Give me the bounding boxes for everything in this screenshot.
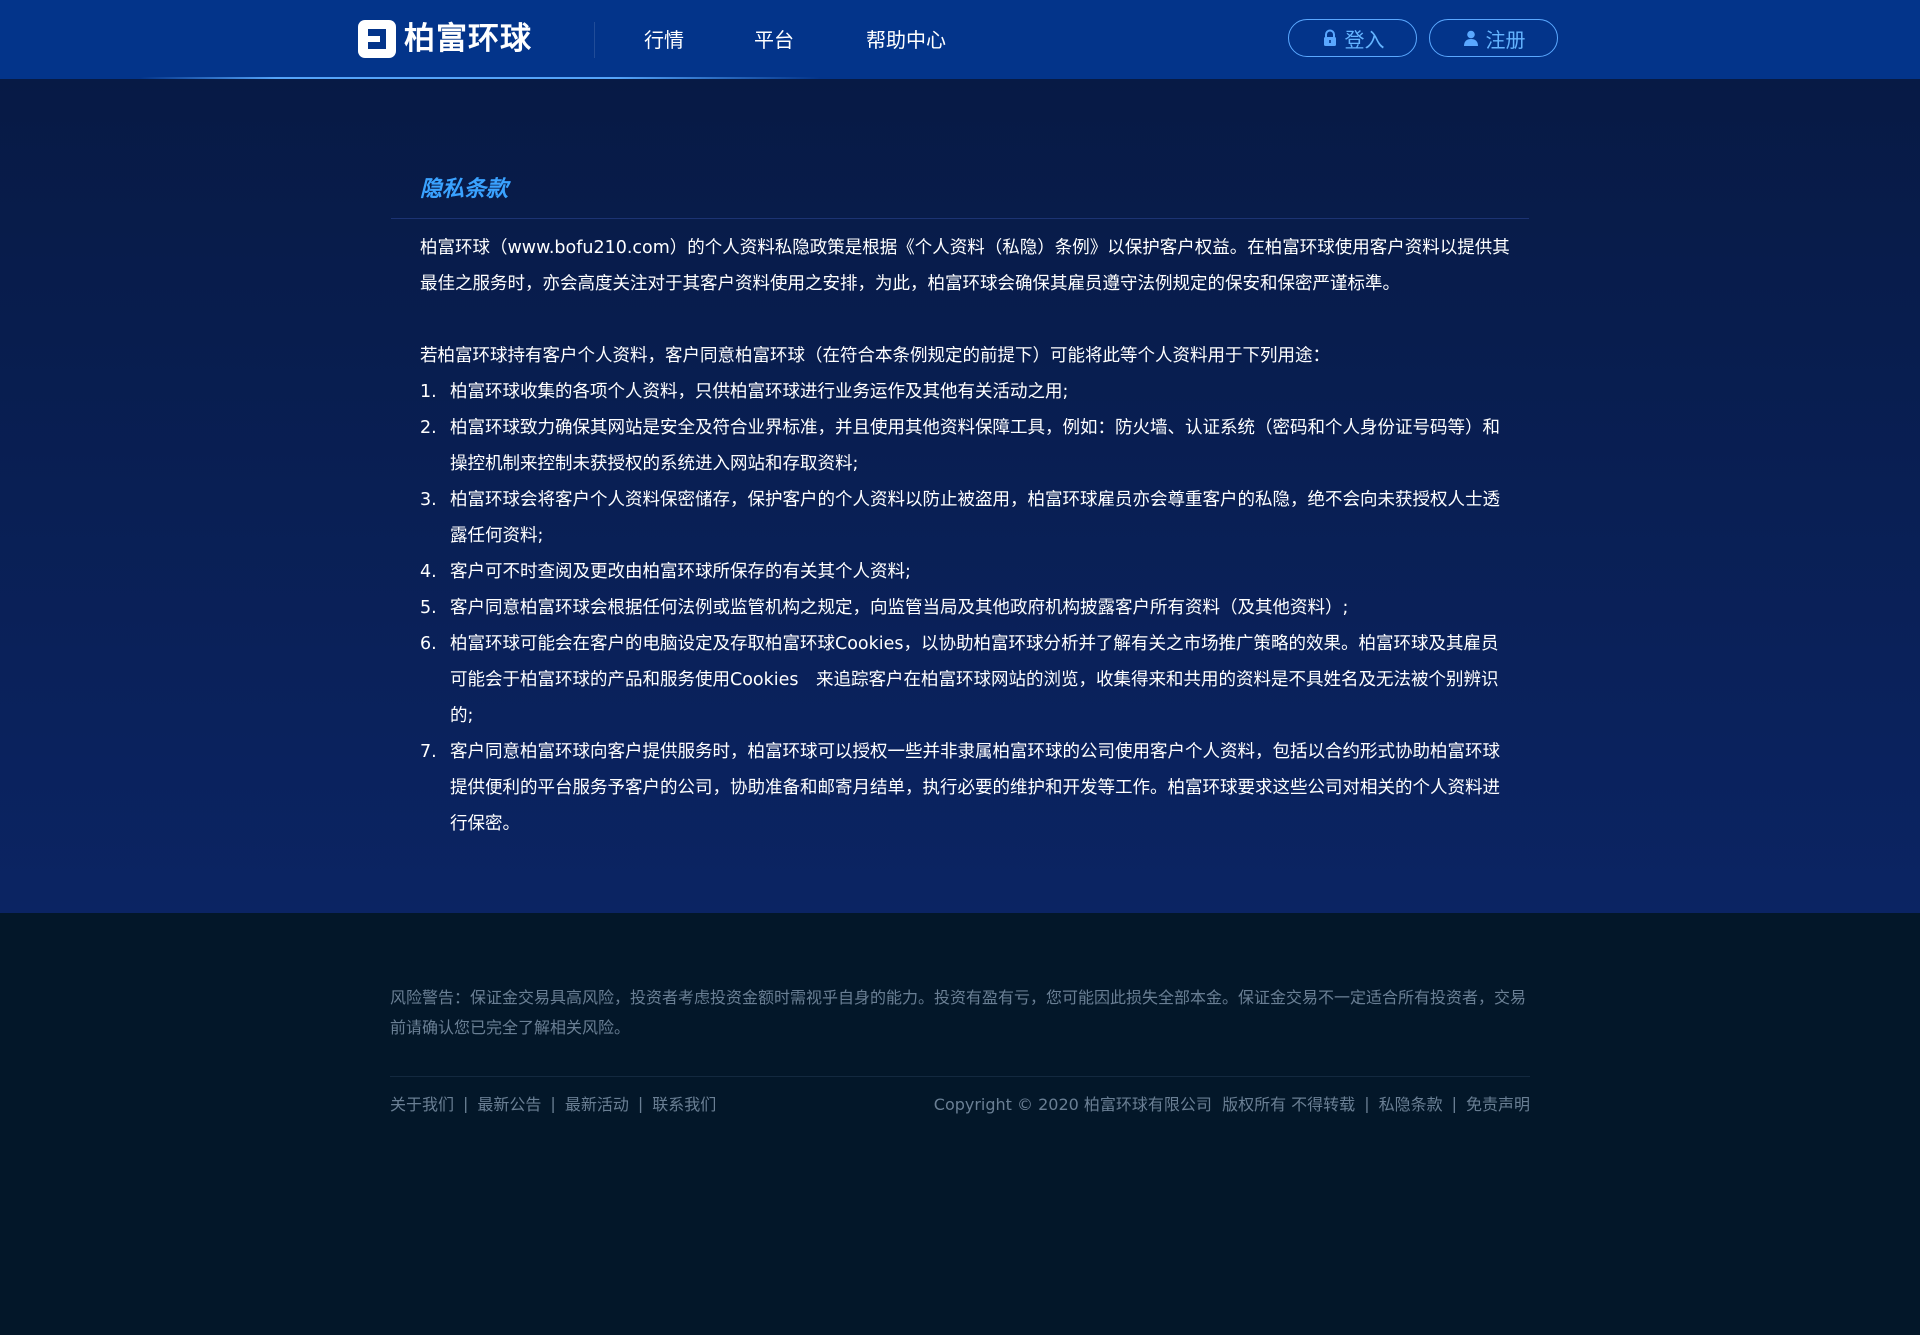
list-item: 3. 柏富环球会将客户个人资料保密储存，保护客户的个人资料以防止被盗用，柏富环球雇…: [420, 482, 1510, 554]
footer-link-announcements[interactable]: 最新公告: [477, 1091, 541, 1115]
footer-separator: |: [463, 1093, 469, 1113]
footer-link-contact[interactable]: 联系我们: [652, 1091, 716, 1115]
footer-link-privacy[interactable]: 私隐条款: [1379, 1091, 1443, 1115]
user-icon: [1463, 30, 1478, 46]
list-item-text: 柏富环球收集的各项个人资料，只供柏富环球进行业务运作及其他有关活动之用;: [450, 382, 1069, 402]
nav-item-platform[interactable]: 平台: [754, 24, 794, 56]
footer-links: 关于我们 | 最新公告 | 最新活动 | 联系我们: [390, 1091, 716, 1115]
site-logo[interactable]: 柏富环球: [358, 20, 532, 58]
list-item-number: 5.: [420, 598, 437, 618]
list-item-number: 6.: [420, 634, 437, 654]
list-item-text: 客户同意柏富环球会根据任何法例或监管机构之规定，向监管当局及其他政府机构披露客户…: [450, 598, 1349, 618]
nav-item-market[interactable]: 行情: [644, 24, 684, 56]
list-item-number: 1.: [420, 382, 437, 402]
footer-separator: |: [1451, 1093, 1457, 1113]
footer-link-disclaimer[interactable]: 免责声明: [1466, 1091, 1530, 1115]
list-item: 7. 客户同意柏富环球向客户提供服务时，柏富环球可以授权一些并非隶属柏富环球的公司…: [420, 734, 1510, 842]
login-button[interactable]: 登入: [1288, 19, 1417, 57]
logo-mark-icon: [358, 20, 396, 58]
footer-separator: |: [550, 1093, 556, 1113]
list-item-text: 客户可不时查阅及更改由柏富环球所保存的有关其个人资料;: [450, 562, 911, 582]
privacy-lead: 若柏富环球持有客户个人资料，客户同意柏富环球（在符合本条例规定的前提下）可能将此…: [420, 346, 1330, 366]
list-item-number: 7.: [420, 742, 437, 762]
logo-text: 柏富环球: [404, 21, 532, 57]
footer-link-activities[interactable]: 最新活动: [565, 1091, 629, 1115]
list-item-text: 柏富环球会将客户个人资料保密储存，保护客户的个人资料以防止被盗用，柏富环球雇员亦…: [450, 490, 1500, 546]
list-item: 4. 客户可不时查阅及更改由柏富环球所保存的有关其个人资料;: [420, 554, 1510, 590]
footer-divider: [390, 1076, 1530, 1077]
header-divider: [594, 22, 595, 58]
title-divider: [391, 218, 1529, 219]
list-item-text: 柏富环球致力确保其网站是安全及符合业界标准，并且使用其他资料保障工具，例如：防火…: [450, 418, 1500, 474]
list-item-text: 客户同意柏富环球向客户提供服务时，柏富环球可以授权一些并非隶属柏富环球的公司使用…: [450, 742, 1500, 834]
footer-separator: |: [637, 1093, 644, 1113]
list-item-number: 3.: [420, 490, 437, 510]
nav-item-help-center[interactable]: 帮助中心: [866, 24, 946, 56]
list-item-number: 2.: [420, 418, 437, 438]
list-item-number: 4.: [420, 562, 437, 582]
footer-separator: |: [1364, 1093, 1370, 1113]
list-item: 2. 柏富环球致力确保其网站是安全及符合业界标准，并且使用其他资料保障工具，例如：…: [420, 410, 1510, 482]
register-button[interactable]: 注册: [1429, 19, 1558, 57]
privacy-list: 1. 柏富环球收集的各项个人资料，只供柏富环球进行业务运作及其他有关活动之用; 2…: [420, 374, 1510, 842]
page-title: 隐私条款: [420, 177, 509, 202]
list-item-text: 柏富环球可能会在客户的电脑设定及存取柏富环球Cookies，以协助柏富环球分析并…: [450, 634, 1499, 726]
register-label: 注册: [1485, 27, 1526, 52]
site-header: 柏富环球 行情 平台 帮助中心 登入 注册: [0, 0, 1920, 79]
risk-warning: 风险警告：保证金交易具高风险，投资者考虑投资金额时需视乎自身的能力。投资有盈有亏…: [390, 988, 1527, 1037]
list-item: 1. 柏富环球收集的各项个人资料，只供柏富环球进行业务运作及其他有关活动之用;: [420, 374, 1510, 410]
lock-icon: [1323, 29, 1336, 46]
list-item: 6. 柏富环球可能会在客户的电脑设定及存取柏富环球Cookies，以协助柏富环球分…: [420, 626, 1510, 734]
privacy-intro: 柏富环球（www.bofu210.com）的个人资料私隐政策是根据《个人资料（私…: [420, 238, 1510, 294]
list-item: 5. 客户同意柏富环球会根据任何法例或监管机构之规定，向监管当局及其他政府机构披露…: [420, 590, 1510, 626]
login-label: 登入: [1344, 27, 1385, 52]
footer-link-about[interactable]: 关于我们: [390, 1091, 454, 1115]
copyright-text: Copyright © 2020 柏富环球有限公司 版权所有 不得转载: [933, 1095, 1356, 1114]
footer-copyright-bar: Copyright © 2020 柏富环球有限公司 版权所有 不得转载 | 私隐…: [934, 1091, 1530, 1115]
